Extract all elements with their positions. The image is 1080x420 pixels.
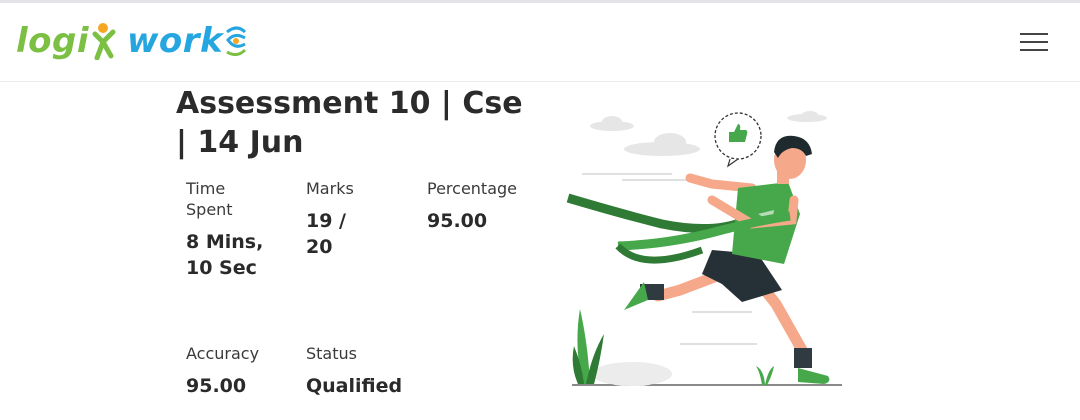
percentage-label: Percentage [427, 179, 518, 198]
accuracy-label: Accuracy [186, 344, 260, 363]
marks-label: Marks [306, 179, 354, 198]
marks-value: 19 / 20 [306, 210, 346, 258]
logo-swirl-icon [226, 26, 247, 57]
time-spent-value: 8 Mins, 10 Sec [186, 231, 264, 279]
runner-finish-illustration [566, 111, 842, 386]
percentage-value: 95.00 [427, 210, 488, 232]
logo-text-left: logi [16, 21, 90, 61]
bush-shape [592, 362, 672, 386]
logo-text-right: work [127, 21, 224, 61]
status-label: Status [306, 344, 357, 363]
accuracy-value: 95.00 [186, 375, 247, 397]
logo-runner-icon [92, 23, 116, 60]
assessment-title: Assessment 10 | Cse | 14 Jun [176, 86, 523, 160]
status-value: Qualified [306, 375, 403, 397]
hamburger-menu-button[interactable] [1014, 29, 1054, 57]
time-spent-label: Time Spent [186, 179, 233, 219]
thumbs-up-icon [714, 112, 762, 168]
menu-line [1020, 33, 1048, 35]
logo[interactable]: logi work [16, 15, 249, 67]
plant-right [756, 366, 774, 385]
menu-line [1020, 41, 1048, 43]
top-navbar: logi work [0, 3, 1080, 82]
menu-line [1020, 49, 1048, 51]
